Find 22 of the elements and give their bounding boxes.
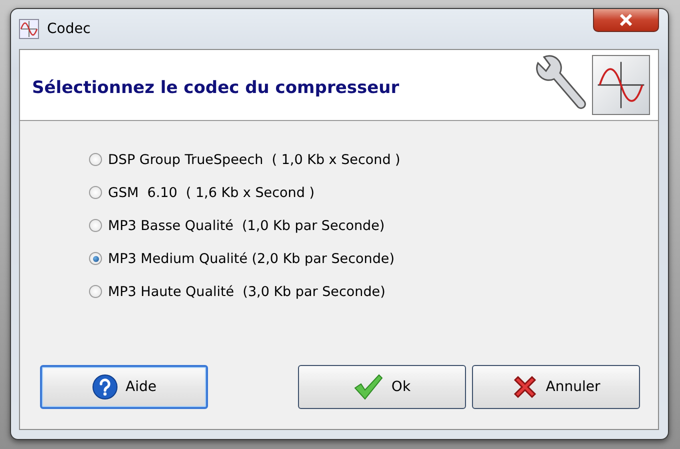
radio-button[interactable] bbox=[89, 219, 102, 232]
close-button[interactable] bbox=[593, 9, 659, 32]
radio-button[interactable] bbox=[89, 186, 102, 199]
codec-radio-option[interactable]: MP3 Basse Qualité (1,0 Kb par Seconde) bbox=[89, 215, 658, 236]
wave-icon bbox=[19, 19, 39, 39]
help-icon bbox=[92, 374, 118, 400]
help-button[interactable]: Aide bbox=[40, 365, 208, 409]
codec-radio-option[interactable]: DSP Group TrueSpeech ( 1,0 Kb x Second ) bbox=[89, 149, 658, 170]
ok-button[interactable]: Ok bbox=[298, 365, 466, 409]
codec-radio-option[interactable]: MP3 Medium Qualité (2,0 Kb par Seconde) bbox=[89, 248, 658, 269]
close-icon bbox=[619, 14, 633, 26]
window-title: Codec bbox=[47, 21, 91, 37]
radio-button[interactable] bbox=[89, 252, 102, 265]
header-title: Sélectionnez le codec du compresseur bbox=[32, 77, 400, 98]
cancel-button[interactable]: Annuler bbox=[472, 365, 640, 409]
radio-button[interactable] bbox=[89, 153, 102, 166]
radio-button[interactable] bbox=[89, 285, 102, 298]
check-icon bbox=[353, 374, 384, 400]
codec-radio-option[interactable]: GSM 6.10 ( 1,6 Kb x Second ) bbox=[89, 182, 658, 203]
codec-radio-option[interactable]: MP3 Haute Qualité (3,0 Kb par Seconde) bbox=[89, 281, 658, 302]
cross-icon bbox=[512, 374, 538, 400]
graph-icon bbox=[592, 55, 650, 115]
